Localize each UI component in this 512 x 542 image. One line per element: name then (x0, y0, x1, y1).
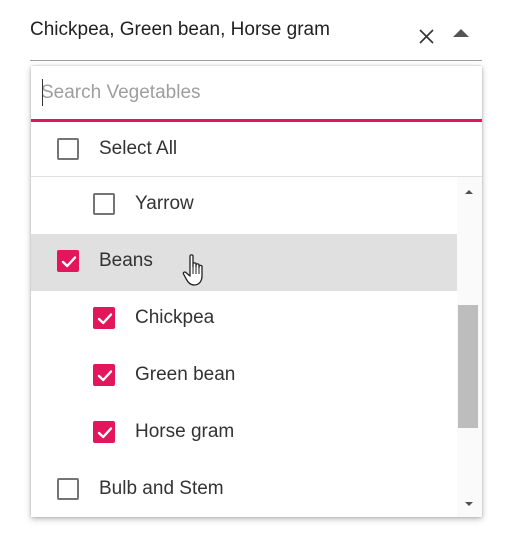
item-checkbox[interactable] (57, 478, 79, 500)
item-label: Chickpea (135, 307, 215, 328)
selected-values-text: Chickpea, Green bean, Horse gram (30, 19, 330, 40)
item-checkbox[interactable] (93, 364, 115, 386)
caret-up-icon[interactable] (450, 22, 472, 44)
check-icon (97, 370, 113, 382)
item-checkbox[interactable] (93, 421, 115, 443)
select-all-label: Select All (99, 138, 178, 159)
multiselect-field[interactable]: Chickpea, Green bean, Horse gram (30, 0, 482, 61)
scrollbar-thumb[interactable] (458, 305, 478, 428)
options-list: Yarrow Beans Chickpea Green bean Horse g… (31, 177, 457, 517)
item-checkbox[interactable] (57, 250, 79, 272)
search-box (31, 66, 482, 122)
list-item-chickpea[interactable]: Chickpea (31, 291, 457, 348)
scroll-up-arrow-icon[interactable] (463, 185, 475, 197)
scroll-down-arrow-icon[interactable] (463, 497, 475, 509)
list-item-green-bean[interactable]: Green bean (31, 348, 457, 405)
item-checkbox[interactable] (93, 193, 115, 215)
list-item-horse-gram[interactable]: Horse gram (31, 405, 457, 462)
text-caret (42, 79, 43, 106)
check-icon (61, 256, 77, 268)
clear-icon[interactable] (416, 26, 438, 48)
check-icon (97, 313, 113, 325)
list-item-beans[interactable]: Beans (31, 234, 457, 291)
item-label: Yarrow (135, 193, 194, 214)
list-scrollbar[interactable] (457, 177, 482, 517)
list-item-yarrow[interactable]: Yarrow (31, 177, 457, 234)
search-input[interactable] (41, 78, 461, 108)
select-all-checkbox[interactable] (57, 138, 79, 160)
select-all-row[interactable]: Select All (31, 122, 482, 177)
item-label: Horse gram (135, 421, 235, 442)
dropdown-popup: Select All Yarrow Beans Chickpea Green b… (31, 66, 482, 517)
check-icon (97, 427, 113, 439)
item-label: Beans (99, 250, 153, 271)
item-label: Bulb and Stem (99, 478, 224, 499)
hand-pointer-icon (181, 253, 211, 289)
list-item-bulb-and-stem[interactable]: Bulb and Stem (31, 462, 457, 517)
item-checkbox[interactable] (93, 307, 115, 329)
item-label: Green bean (135, 364, 236, 385)
